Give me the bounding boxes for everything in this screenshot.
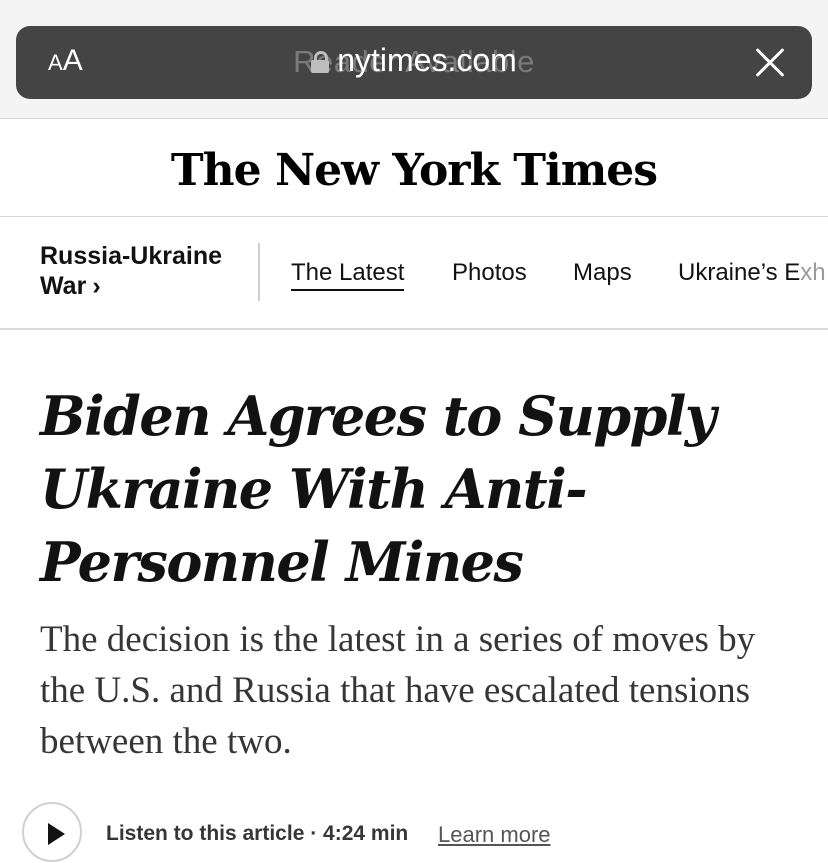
listen-to-article-row: Listen to this article · 4:24 min Learn … xyxy=(0,800,828,863)
subnav-item-ukraines-exhibit[interactable]: Ukraine’s Exh xyxy=(678,259,826,287)
nyt-logo[interactable]: The New York Times xyxy=(0,145,828,196)
article-headline: Biden Agrees to Supply Ukraine With Anti… xyxy=(40,384,716,594)
play-icon xyxy=(48,823,65,845)
masthead: The New York Times xyxy=(0,119,828,217)
lock-icon xyxy=(311,51,330,73)
url-display[interactable]: nytimes.com xyxy=(16,42,812,79)
subnav-item-the-latest[interactable]: The Latest xyxy=(291,259,405,291)
browser-top-bar: AA Reader Available nytimes.com xyxy=(0,0,828,119)
close-icon[interactable] xyxy=(754,46,786,78)
listen-label: Listen to this article · 4:24 min xyxy=(106,822,409,845)
section-label: Russia-Ukraine War xyxy=(40,242,223,300)
chevron-right-icon: › xyxy=(92,272,101,300)
learn-more-link[interactable]: Learn more xyxy=(438,822,551,848)
url-text: nytimes.com xyxy=(337,42,517,78)
play-button[interactable] xyxy=(22,802,82,862)
subnav-divider xyxy=(258,243,260,301)
section-subnav: Russia-Ukraine War › The Latest Photos Ma… xyxy=(0,217,828,330)
address-bar[interactable]: AA Reader Available nytimes.com xyxy=(16,26,812,99)
subnav-item-maps[interactable]: Maps xyxy=(573,259,632,287)
subnav-item-photos[interactable]: Photos xyxy=(452,259,527,287)
article-summary: The decision is the latest in a series o… xyxy=(40,619,756,762)
section-link-russia-ukraine-war[interactable]: Russia-Ukraine War › xyxy=(40,241,240,301)
